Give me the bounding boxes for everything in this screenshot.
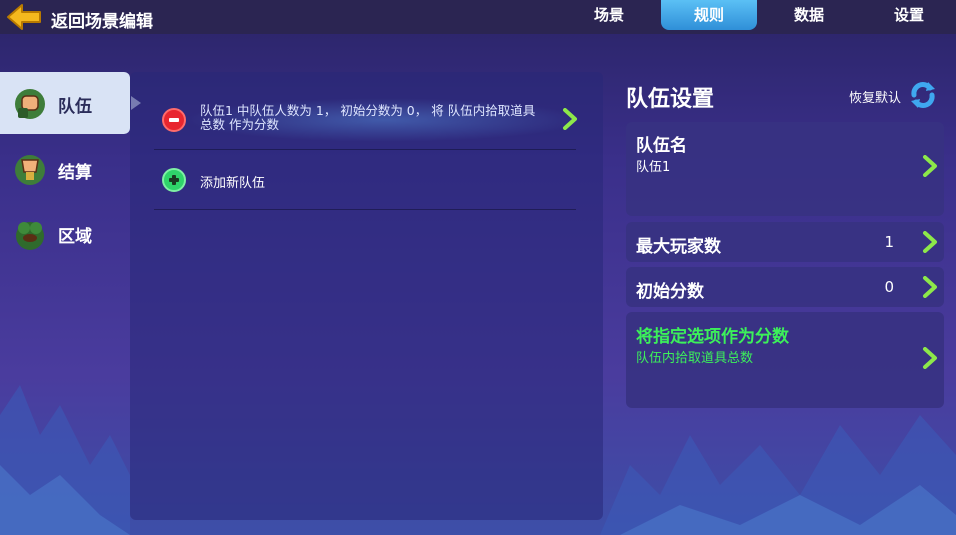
sidebar-item-label: 区域: [58, 227, 92, 247]
team-name-label: 队伍名: [636, 136, 687, 156]
top-bar: 返回场景编辑 场景 规则 数据 设置: [0, 0, 956, 34]
sidebar-item-team[interactable]: 队伍: [0, 72, 130, 134]
sidebar-item-label: 队伍: [58, 97, 92, 117]
back-arrow-icon[interactable]: [4, 2, 44, 32]
chevron-right-icon[interactable]: [922, 347, 938, 369]
add-team-row[interactable]: 添加新队伍: [154, 150, 576, 210]
tab-scene[interactable]: 场景: [561, 0, 657, 30]
zone-bush-icon: [16, 222, 44, 250]
sidebar-item-settlement[interactable]: 结算: [0, 138, 130, 200]
refresh-icon[interactable]: [906, 80, 940, 110]
score-option-label: 将指定选项作为分数: [636, 327, 789, 347]
initial-score-value: 0: [884, 278, 894, 296]
initial-score-card[interactable]: 初始分数 0: [626, 267, 944, 307]
sidebar-item-label: 结算: [58, 163, 92, 183]
initial-score-label: 初始分数: [636, 282, 704, 302]
team-settings-title: 队伍设置: [626, 87, 715, 112]
settlement-trophy-icon: [15, 155, 45, 185]
restore-default-label[interactable]: 恢复默认: [849, 87, 901, 106]
sidebar-item-zone[interactable]: 区域: [0, 202, 130, 264]
score-option-card[interactable]: 将指定选项作为分数 队伍内拾取道具总数: [626, 312, 944, 408]
list-item[interactable]: 队伍1 中队伍人数为 1， 初始分数为 0， 将 队伍内拾取道具总数 作为分数: [154, 92, 584, 150]
chevron-right-icon[interactable]: [922, 155, 938, 177]
team-name-value: 队伍1: [636, 160, 671, 175]
team-name-card[interactable]: 队伍名 队伍1: [626, 122, 944, 216]
remove-team-button[interactable]: [162, 108, 186, 132]
score-option-value: 队伍内拾取道具总数: [636, 351, 754, 366]
max-players-value: 1: [884, 233, 894, 251]
chevron-right-icon[interactable]: [922, 276, 938, 298]
max-players-card[interactable]: 最大玩家数 1: [626, 222, 944, 262]
team-summary: 队伍1 中队伍人数为 1， 初始分数为 0， 将 队伍内拾取道具总数 作为分数: [200, 103, 536, 132]
add-team-label: 添加新队伍: [200, 176, 266, 191]
team-fist-icon: [15, 89, 45, 119]
back-label[interactable]: 返回场景编辑: [51, 7, 153, 32]
chevron-right-icon[interactable]: [562, 108, 578, 130]
team-list-panel: 队伍1 中队伍人数为 1， 初始分数为 0， 将 队伍内拾取道具总数 作为分数 …: [130, 72, 603, 520]
tab-settings[interactable]: 设置: [861, 0, 956, 30]
add-team-button[interactable]: [162, 168, 186, 192]
tab-data[interactable]: 数据: [761, 0, 857, 30]
chevron-right-icon[interactable]: [922, 231, 938, 253]
tab-rules[interactable]: 规则: [661, 0, 757, 30]
max-players-label: 最大玩家数: [636, 237, 721, 257]
